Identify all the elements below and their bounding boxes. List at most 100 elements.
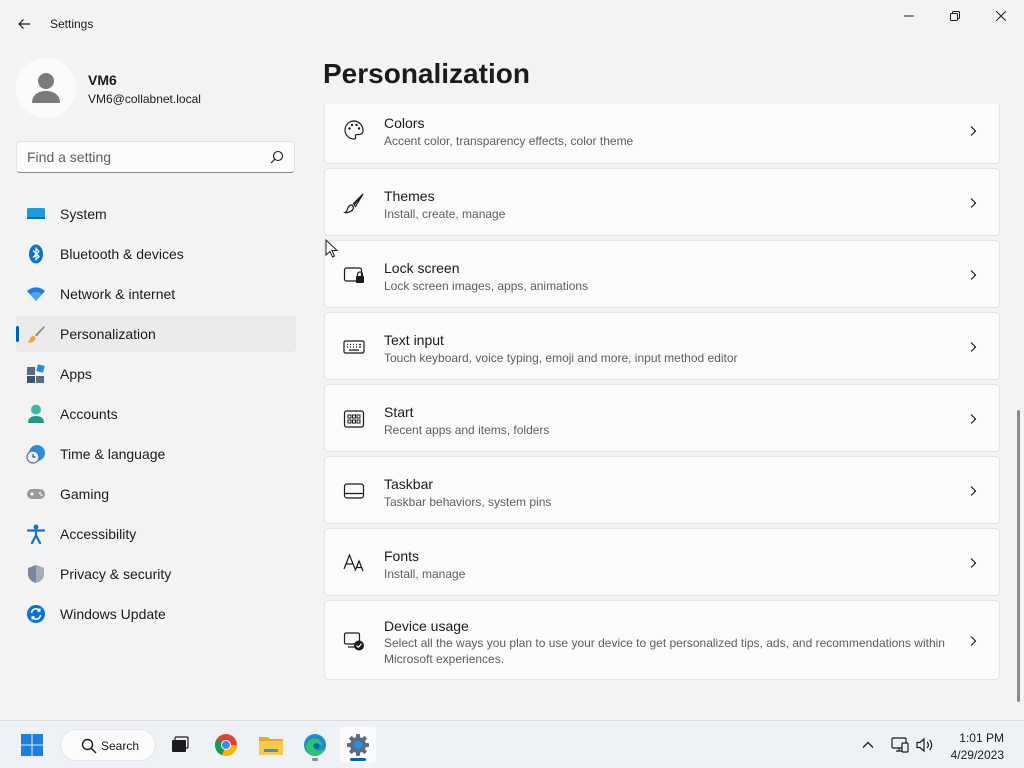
running-indicator <box>312 758 318 761</box>
sidebar-item-network[interactable]: Network & internet <box>16 276 296 312</box>
search-input[interactable] <box>27 149 257 165</box>
avatar[interactable] <box>16 58 76 118</box>
chevron-right-icon <box>970 414 977 424</box>
sidebar-item-accessibility[interactable]: Accessibility <box>16 516 296 552</box>
settings-icon <box>347 734 369 756</box>
file-explorer-icon <box>259 737 283 755</box>
taskbar-icon <box>343 480 365 502</box>
mouse-cursor-icon <box>325 239 339 258</box>
chevron-up-icon <box>862 741 874 748</box>
card-title: Text input <box>384 332 444 348</box>
task-view-icon <box>172 736 189 752</box>
sidebar-item-label: Personalization <box>60 326 156 342</box>
volume-tray-button[interactable] <box>915 735 935 755</box>
accounts-icon <box>26 404 46 424</box>
user-email: VM6@collabnet.local <box>88 92 201 106</box>
show-hidden-icons-button[interactable] <box>858 735 878 755</box>
chrome-icon <box>215 734 237 756</box>
sidebar-item-time-language[interactable]: Time & language <box>16 436 296 472</box>
person-icon <box>32 73 60 103</box>
card-description: Lock screen images, apps, animations <box>384 279 589 293</box>
clock-globe-icon <box>26 444 46 464</box>
back-arrow-icon <box>18 19 30 29</box>
network-tray-button[interactable] <box>890 735 910 755</box>
sidebar-item-accounts[interactable]: Accounts <box>16 396 296 432</box>
card-title: Colors <box>384 115 425 131</box>
sidebar-item-label: Bluetooth & devices <box>60 246 184 262</box>
sidebar-item-apps[interactable]: Apps <box>16 356 296 392</box>
sidebar-item-label: Accessibility <box>60 526 137 542</box>
close-button[interactable] <box>978 0 1024 32</box>
clock-date[interactable]: 4/29/2023 <box>946 748 1004 762</box>
card-description: Install, manage <box>384 567 466 581</box>
edge-icon <box>304 734 326 756</box>
title-bar: Settings <box>0 0 1024 48</box>
card-title: Themes <box>384 188 435 204</box>
start-icon <box>343 408 365 430</box>
brush-icon <box>343 192 365 214</box>
sidebar-item-gaming[interactable]: Gaming <box>16 476 296 512</box>
apps-icon <box>26 364 46 384</box>
close-icon <box>996 11 1006 21</box>
file-explorer-button[interactable] <box>253 727 289 763</box>
card-title: Lock screen <box>384 260 460 276</box>
back-button[interactable] <box>10 10 38 38</box>
edge-button[interactable] <box>297 727 333 763</box>
sidebar-item-label: Network & internet <box>60 286 176 302</box>
card-description: Taskbar behaviors, system pins <box>384 495 552 509</box>
card-description: Select all the ways you plan to use your… <box>384 636 945 666</box>
scrollbar-thumb[interactable] <box>1017 410 1020 702</box>
sidebar-item-windows-update[interactable]: Windows Update <box>16 596 296 632</box>
taskbar-search[interactable]: Search <box>60 729 156 761</box>
restore-button[interactable] <box>932 0 978 32</box>
chrome-button[interactable] <box>208 727 244 763</box>
taskbar: Search 1:01 PM 4/29/2023 <box>0 720 1024 768</box>
user-name: VM6 <box>88 72 117 88</box>
card-text-input[interactable]: Text input Touch keyboard, voice typing,… <box>324 312 1000 380</box>
app-title: Settings <box>50 17 94 31</box>
sidebar-item-privacy[interactable]: Privacy & security <box>16 556 296 592</box>
sidebar-item-label: Privacy & security <box>60 566 172 582</box>
device-usage-icon <box>343 630 365 652</box>
card-start[interactable]: Start Recent apps and items, folders <box>324 384 1000 452</box>
chevron-right-icon <box>970 486 977 496</box>
taskbar-search-label: Search <box>101 739 140 753</box>
card-fonts[interactable]: Fonts Install, manage <box>324 528 1000 596</box>
sidebar-item-system[interactable]: System <box>16 196 296 232</box>
start-button[interactable] <box>14 727 50 763</box>
sidebar-item-label: Accounts <box>60 406 118 422</box>
task-view-button[interactable] <box>162 727 198 763</box>
card-colors[interactable]: Colors Accent color, transparency effect… <box>324 104 1000 164</box>
system-icon <box>26 204 46 224</box>
minimize-icon <box>904 15 914 17</box>
chevron-right-icon <box>970 636 977 646</box>
sidebar-item-label: Gaming <box>60 486 110 502</box>
settings-window: Settings VM6 VM6@collabnet.local Find a … <box>0 0 1024 720</box>
chevron-right-icon <box>970 198 977 208</box>
card-lock-screen[interactable]: Lock screen Lock screen images, apps, an… <box>324 240 1000 308</box>
shield-icon <box>26 564 46 584</box>
card-device-usage[interactable]: Device usage Select all the ways you pla… <box>324 600 1000 680</box>
chevron-right-icon <box>970 558 977 568</box>
accessibility-icon <box>26 524 46 544</box>
sidebar-item-bluetooth[interactable]: Bluetooth & devices <box>16 236 296 272</box>
clock-time[interactable]: 1:01 PM <box>946 731 1004 745</box>
minimize-button[interactable] <box>886 0 932 32</box>
chevron-right-icon <box>970 342 977 352</box>
card-description: Install, create, manage <box>384 207 506 221</box>
sidebar-item-label: System <box>60 206 107 222</box>
card-title: Start <box>384 404 414 420</box>
gamepad-icon <box>26 484 46 504</box>
card-taskbar[interactable]: Taskbar Taskbar behaviors, system pins <box>324 456 1000 524</box>
card-description: Recent apps and items, folders <box>384 423 550 437</box>
search-box[interactable] <box>16 141 295 173</box>
card-themes[interactable]: Themes Install, create, manage <box>324 168 1000 236</box>
settings-taskbar-button[interactable] <box>340 727 376 763</box>
card-title: Device usage <box>384 618 469 634</box>
settings-card-list: Colors Accent color, transparency effect… <box>324 104 1000 690</box>
sidebar-item-label: Apps <box>60 366 92 382</box>
active-indicator <box>350 758 366 761</box>
keyboard-icon <box>343 336 365 358</box>
brush-icon <box>26 324 46 344</box>
sidebar-item-personalization[interactable]: Personalization <box>16 316 296 352</box>
